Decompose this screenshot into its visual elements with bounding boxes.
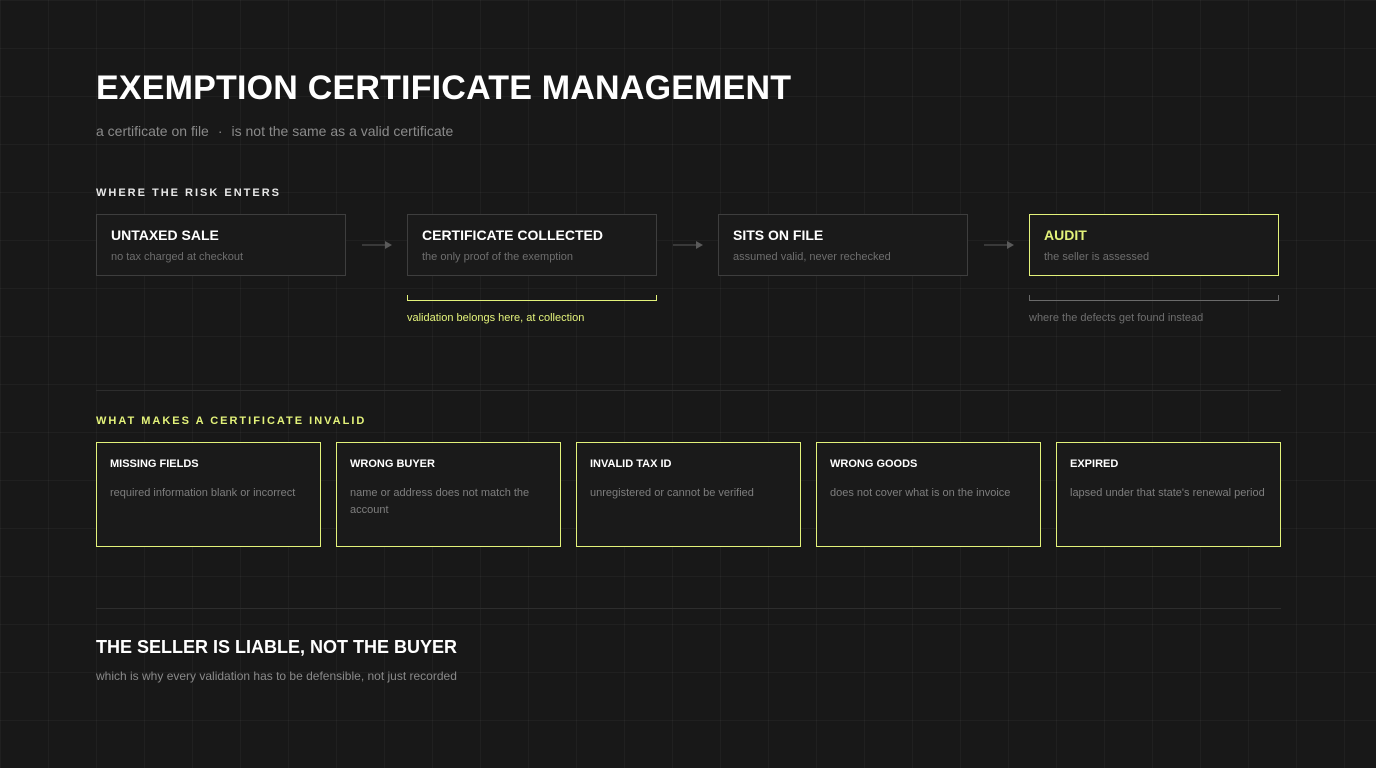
flow-arrow-icon (362, 241, 392, 249)
flow-step-title: AUDIT (1044, 227, 1087, 243)
flow-arrow-icon (984, 241, 1014, 249)
flow-step-desc: assumed valid, never rechecked (733, 251, 891, 263)
flow-step-desc: the only proof of the exemption (422, 251, 574, 263)
defect-card-title: MISSING FIELDS (110, 458, 199, 470)
collection-bracket (407, 295, 657, 301)
invalid-section-label: WHAT MAKES A CERTIFICATE INVALID (96, 415, 367, 427)
flow-step-sits-on-file: SITS ON FILE assumed valid, never rechec… (718, 214, 968, 276)
defect-card-wrong-goods: WRONG GOODS does not cover what is on th… (816, 442, 1041, 547)
flow-step-title: SITS ON FILE (733, 227, 824, 243)
defect-card-expired: EXPIRED lapsed under that state's renewa… (1056, 442, 1281, 547)
collection-note: validation belongs here, at collection (407, 312, 585, 324)
defect-card-desc: does not cover what is on the invoice (830, 487, 1011, 499)
defect-card-desc: name or address does not match the accou… (350, 487, 530, 516)
risk-section-label: WHERE THE RISK ENTERS (96, 187, 282, 199)
defect-card-wrong-buyer: WRONG BUYER name or address does not mat… (336, 442, 561, 547)
flow-arrow-icon (673, 241, 703, 249)
subtitle-separator: · (217, 123, 223, 139)
flow-step-untaxed-sale: UNTAXED SALE no tax charged at checkout (96, 214, 346, 276)
defect-card-title: WRONG BUYER (350, 458, 435, 470)
subtitle-left: a certificate on file (96, 123, 209, 139)
flow-step-audit: AUDIT the seller is assessed (1029, 214, 1279, 276)
defect-card-title: WRONG GOODS (830, 458, 918, 470)
defect-card-title: EXPIRED (1070, 458, 1119, 470)
flow-step-certificate-collected: CERTIFICATE COLLECTED the only proof of … (407, 214, 657, 276)
defect-card-desc: lapsed under that state's renewal period (1070, 487, 1265, 499)
page-title: EXEMPTION CERTIFICATE MANAGEMENT (96, 69, 792, 107)
section-divider (96, 390, 1281, 391)
flow-step-title: UNTAXED SALE (111, 227, 219, 243)
defect-card-desc: unregistered or cannot be verified (590, 487, 754, 499)
flow-step-title: CERTIFICATE COLLECTED (422, 227, 603, 243)
defect-card-title: INVALID TAX ID (590, 458, 672, 470)
defect-card-missing-fields: MISSING FIELDS required information blan… (96, 442, 321, 547)
page-subtitle: a certificate on file · is not the same as… (96, 122, 453, 140)
subtitle-right: is not the same as a valid certificate (231, 123, 454, 139)
flow-step-desc: the seller is assessed (1044, 251, 1150, 263)
flow-step-desc: no tax charged at checkout (111, 251, 244, 263)
audit-bracket (1029, 295, 1279, 301)
section-divider (96, 608, 1281, 609)
footer-title: THE SELLER IS LIABLE, NOT THE BUYER (96, 637, 458, 657)
audit-note: where the defects get found instead (1029, 312, 1204, 324)
defect-card-invalid-tax-id: INVALID TAX ID unregistered or cannot be… (576, 442, 801, 547)
footer-subtitle: which is why every validation has to be … (96, 669, 457, 683)
defect-card-desc: required information blank or incorrect (110, 487, 296, 499)
